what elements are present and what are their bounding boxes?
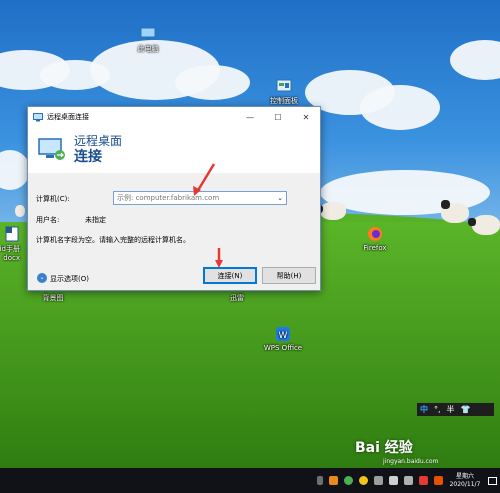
tray-app-icon[interactable] [419,476,428,485]
clock-time: 星期六 [455,472,474,480]
annotation-arrows [193,163,223,268]
taskbar: 星期六 2020/11/7 [0,468,500,493]
chevron-up-icon[interactable] [317,476,323,485]
tray-app-icon[interactable] [329,476,338,485]
clock-date: 2020/11/7 [449,480,481,488]
tray-app-icon[interactable] [389,476,398,485]
notification-icon[interactable] [484,468,500,493]
network-icon[interactable] [374,476,383,485]
system-tray: 星期六 2020/11/7 [314,468,500,493]
tray-app-icon[interactable] [344,476,353,485]
volume-icon[interactable] [404,476,413,485]
taskbar-clock[interactable]: 星期六 2020/11/7 [446,473,484,489]
tray-app-icon[interactable] [359,476,368,485]
tray-app-icon[interactable] [434,476,443,485]
